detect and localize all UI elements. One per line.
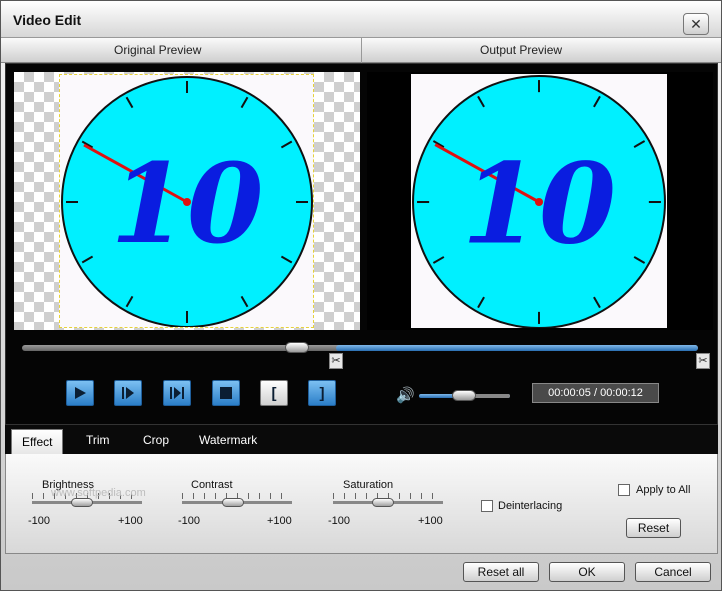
next-frame-icon bbox=[170, 387, 184, 399]
play-icon bbox=[75, 387, 86, 399]
mark-in-button[interactable]: [ bbox=[260, 380, 288, 406]
stop-icon bbox=[220, 387, 232, 399]
scissors-icon: ✂ bbox=[698, 355, 708, 367]
scissors-icon: ✂ bbox=[331, 355, 341, 367]
ok-button[interactable]: OK bbox=[549, 562, 625, 582]
output-preview-label: Output Preview bbox=[480, 43, 563, 57]
original-preview: 10 bbox=[14, 72, 360, 330]
output-preview: 10 bbox=[367, 72, 713, 330]
contrast-label: Contrast bbox=[191, 479, 233, 491]
saturation-thumb[interactable] bbox=[372, 498, 394, 507]
tab-watermark[interactable]: Watermark bbox=[199, 433, 257, 447]
output-frame: 10 bbox=[411, 74, 667, 329]
clock-image: 10 bbox=[61, 76, 313, 328]
mark-in-icon: [ bbox=[271, 384, 277, 402]
brightness-min: -100 bbox=[28, 515, 51, 527]
cancel-button[interactable]: Cancel bbox=[635, 562, 711, 582]
stop-button[interactable] bbox=[212, 380, 240, 406]
play-button[interactable] bbox=[66, 380, 94, 406]
window-title: Video Edit bbox=[13, 12, 82, 28]
clock-number: 10 bbox=[462, 139, 616, 269]
next-frame-button[interactable] bbox=[163, 380, 191, 406]
reset-button[interactable]: Reset bbox=[626, 518, 681, 538]
volume-thumb[interactable] bbox=[452, 390, 476, 401]
mark-out-button[interactable]: ] bbox=[308, 380, 336, 406]
volume-icon[interactable]: 🔊 bbox=[396, 386, 415, 404]
clock-image-output: 10 bbox=[412, 75, 666, 329]
reset-all-button[interactable]: Reset all bbox=[463, 562, 539, 582]
trim-end-marker[interactable]: ✂ bbox=[696, 353, 710, 369]
brightness-max: +100 bbox=[118, 515, 143, 527]
deinterlacing-checkbox[interactable] bbox=[481, 500, 493, 512]
tab-crop[interactable]: Crop bbox=[143, 433, 169, 447]
trim-start-marker[interactable]: ✂ bbox=[329, 353, 343, 369]
video-edit-window: Video Edit ✕ Original Preview Output Pre… bbox=[0, 0, 722, 591]
title-bar: Video Edit ✕ bbox=[1, 1, 721, 37]
step-forward-button[interactable] bbox=[114, 380, 142, 406]
contrast-max: +100 bbox=[267, 515, 292, 527]
player-area: 10 10 ✂ ✂ [] 🔊 00:00:05 / 00:00:12 bbox=[5, 63, 718, 425]
crop-frame[interactable]: 10 bbox=[59, 74, 314, 328]
tab-effect[interactable]: Effect bbox=[11, 429, 64, 455]
close-icon: ✕ bbox=[690, 16, 702, 32]
watermark-text: www.softpedia.com bbox=[51, 487, 146, 499]
tab-bar: Effect Trim Crop Watermark bbox=[5, 425, 718, 455]
step-forward-icon bbox=[122, 387, 134, 399]
contrast-min: -100 bbox=[178, 515, 201, 527]
effect-panel bbox=[5, 454, 718, 554]
saturation-min: -100 bbox=[328, 515, 351, 527]
time-display: 00:00:05 / 00:00:12 bbox=[532, 383, 659, 403]
header-divider bbox=[361, 38, 362, 63]
saturation-max: +100 bbox=[418, 515, 443, 527]
deinterlacing-label: Deinterlacing bbox=[498, 500, 563, 512]
timeline-selection bbox=[336, 345, 698, 351]
tab-trim[interactable]: Trim bbox=[86, 433, 110, 447]
apply-to-all-checkbox[interactable] bbox=[618, 484, 630, 496]
contrast-thumb[interactable] bbox=[222, 498, 244, 507]
preview-headers: Original Preview Output Preview bbox=[1, 37, 721, 63]
original-preview-label: Original Preview bbox=[114, 43, 202, 57]
saturation-label: Saturation bbox=[343, 479, 394, 491]
mark-out-icon: ] bbox=[319, 384, 325, 402]
apply-to-all-label: Apply to All bbox=[636, 484, 691, 496]
brightness-thumb[interactable] bbox=[71, 498, 93, 507]
close-button[interactable]: ✕ bbox=[683, 13, 709, 35]
clock-number: 10 bbox=[110, 139, 263, 268]
timeline-thumb[interactable] bbox=[285, 342, 309, 353]
